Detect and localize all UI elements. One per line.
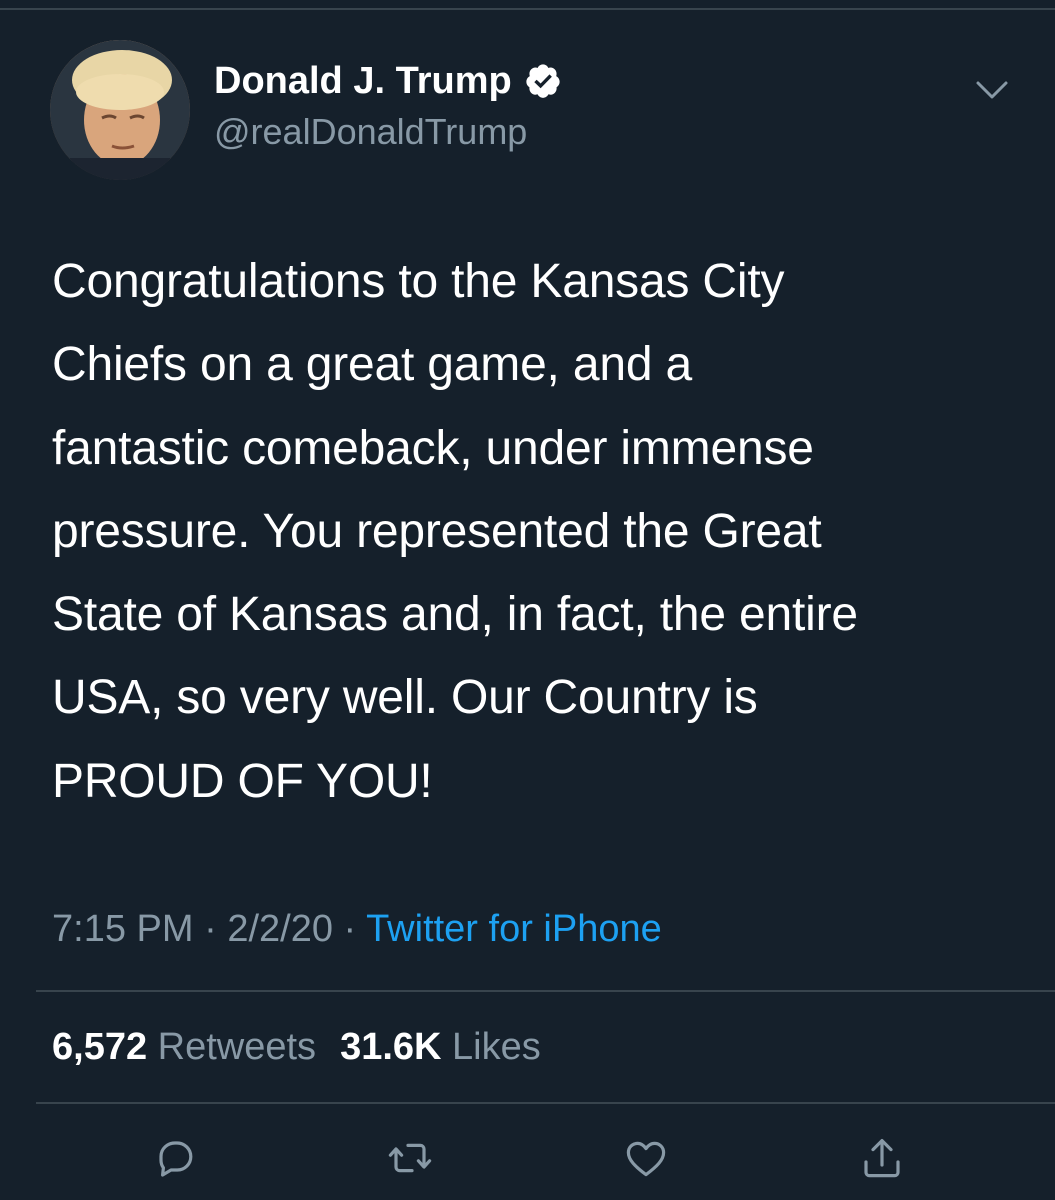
tweet-meta: 7:15 PM · 2/2/20 · Twitter for iPhone (52, 904, 662, 954)
divider (36, 1102, 1055, 1104)
tweet-text-line: pressure. You represented the Great (52, 504, 822, 558)
handle[interactable]: @realDonaldTrump (214, 110, 527, 154)
tweet-text: Congratulations to the Kansas City Chief… (52, 240, 1012, 823)
tweet-text-line: State of Kansas and, in fact, the entire (52, 588, 858, 642)
top-divider (0, 8, 1055, 10)
tweet-text-line: USA, so very well. Our Country is (52, 671, 758, 725)
reply-button[interactable] (152, 1134, 200, 1182)
likes-stat[interactable]: 31.6K Likes (340, 1026, 541, 1068)
verified-badge-icon (526, 64, 560, 98)
tweet-text-line: fantastic comeback, under immense (52, 421, 814, 475)
display-name[interactable]: Donald J. Trump (214, 58, 512, 104)
display-name-row[interactable]: Donald J. Trump (214, 58, 562, 104)
tweet-time[interactable]: 7:15 PM (52, 908, 194, 950)
tweet-date[interactable]: 2/2/20 (227, 908, 333, 950)
meta-separator: · (332, 908, 367, 950)
retweets-count: 6,572 (52, 1026, 148, 1068)
divider (36, 990, 1055, 992)
tweet-stats: 6,572 Retweets 31.6K Likes (52, 1023, 541, 1071)
likes-label: Likes (452, 1026, 541, 1068)
share-button[interactable] (858, 1134, 906, 1182)
tweet-text-line: PROUD OF YOU! (52, 754, 433, 808)
likes-count: 31.6K (340, 1026, 442, 1068)
reply-icon (159, 1141, 193, 1177)
like-button[interactable] (622, 1134, 670, 1182)
tweet-text-line: Chiefs on a great game, and a (52, 338, 692, 392)
avatar-portrait (50, 40, 190, 180)
retweet-icon (388, 1143, 432, 1173)
avatar[interactable] (50, 40, 190, 180)
retweet-button[interactable] (386, 1134, 434, 1182)
retweets-label: Retweets (157, 1026, 317, 1068)
share-icon (864, 1139, 900, 1178)
retweets-stat[interactable]: 6,572 Retweets (52, 1026, 316, 1068)
tweet-text-line: Congratulations to the Kansas City (52, 255, 785, 308)
heart-icon (626, 1141, 666, 1177)
chevron-down-icon[interactable] (973, 75, 1011, 103)
tweet-source-link[interactable]: Twitter for iPhone (366, 908, 662, 950)
meta-separator: · (193, 908, 228, 950)
